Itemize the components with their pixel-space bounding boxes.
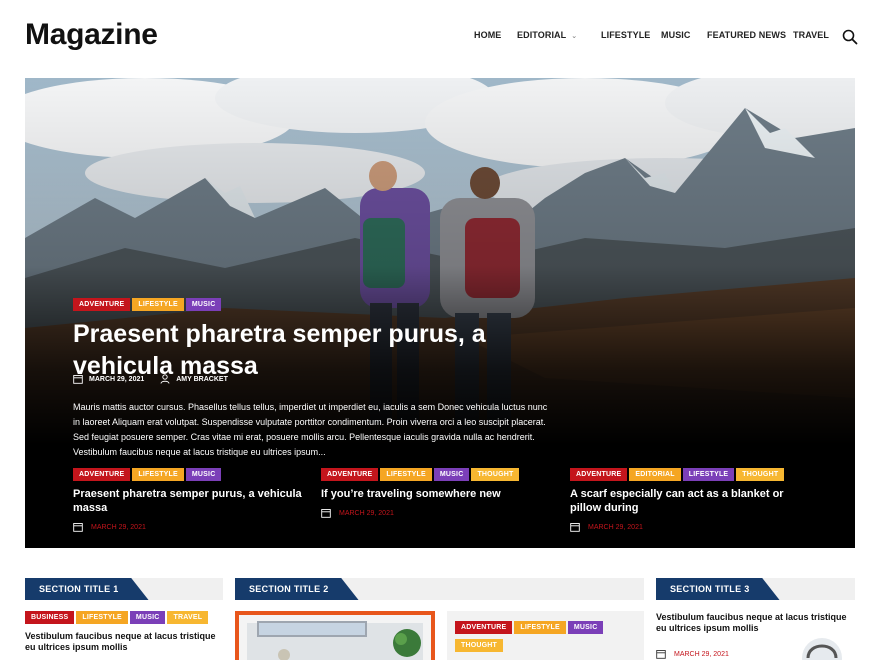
headphones-thumbnail[interactable] [802, 636, 842, 660]
card-date-text: MARCH 29, 2021 [91, 523, 146, 531]
tag-lifestyle[interactable]: LIFESTYLE [132, 468, 184, 481]
hero-date: MARCH 29, 2021 [89, 375, 145, 383]
section-title: SECTION TITLE 2 [235, 578, 359, 600]
section-2-post-card[interactable]: ADVENTURE LIFESTYLE MUSIC THOUGHT [447, 611, 644, 660]
nav-item-home[interactable]: HOME [474, 30, 501, 40]
tag-lifestyle[interactable]: LIFESTYLE [514, 621, 566, 634]
user-icon [160, 374, 170, 384]
card-date-text: MARCH 29, 2021 [588, 523, 643, 531]
chevron-down-icon: ⌄ [571, 33, 578, 40]
tag-adventure[interactable]: ADVENTURE [321, 468, 379, 481]
card-title[interactable]: If you’re traveling somewhere new [321, 487, 556, 501]
search-icon[interactable] [842, 29, 858, 45]
tag-lifestyle[interactable]: LIFESTYLE [682, 468, 735, 481]
nav-item-music[interactable]: MUSIC [661, 30, 691, 40]
section-1-post-title[interactable]: Vestibulum faucibus neque at lacus trist… [25, 631, 225, 653]
tag-lifestyle[interactable]: LIFESTYLE [132, 298, 184, 311]
hero-title[interactable]: Praesent pharetra semper purus, a vehicu… [73, 318, 533, 382]
tag-music[interactable]: MUSIC [567, 621, 604, 634]
post-thumbnail-image [239, 615, 431, 660]
tag-thought[interactable]: THOUGHT [736, 468, 785, 481]
tag-adventure[interactable]: ADVENTURE [73, 468, 131, 481]
section-2-thumbnail[interactable] [235, 611, 435, 660]
card-date-text: MARCH 29, 2021 [339, 509, 394, 517]
section-3-post-title[interactable]: Vestibulum faucibus neque at lacus trist… [656, 612, 856, 634]
tag-thought[interactable]: THOUGHT [471, 468, 520, 481]
calendar-icon [321, 509, 331, 518]
section-2-tags: ADVENTURE LIFESTYLE MUSIC THOUGHT [455, 621, 640, 652]
tag-music[interactable]: MUSIC [185, 298, 222, 311]
card-date: MARCH 29, 2021 [570, 522, 805, 532]
tag-adventure[interactable]: ADVENTURE [455, 621, 513, 634]
nav-item-editorial[interactable]: EDITORIAL ⌄ [517, 30, 577, 40]
card-date: MARCH 29, 2021 [321, 508, 556, 518]
tag-adventure[interactable]: ADVENTURE [570, 468, 628, 481]
tag-business[interactable]: BUSINESS [25, 611, 75, 624]
calendar-icon [570, 523, 580, 532]
tag-music[interactable]: MUSIC [185, 468, 222, 481]
featured-card[interactable]: ADVENTURE EDITORIAL LIFESTYLE THOUGHT A … [570, 468, 805, 532]
nav-item-lifestyle[interactable]: LIFESTYLE [601, 30, 650, 40]
hero-featured-post[interactable]: ADVENTURE LIFESTYLE MUSIC Praesent phare… [25, 78, 855, 548]
section-1-tags: BUSINESS LIFESTYLE MUSIC TRAVEL [25, 611, 210, 624]
card-title[interactable]: Praesent pharetra semper purus, a vehicu… [73, 487, 308, 515]
section-title: SECTION TITLE 3 [656, 578, 780, 600]
hero-author[interactable]: AMY BRACKET [176, 376, 228, 383]
card-tags: ADVENTURE LIFESTYLE MUSIC [73, 468, 308, 481]
section-3-date: MARCH 29, 2021 [656, 649, 729, 659]
tag-lifestyle[interactable]: LIFESTYLE [76, 611, 128, 624]
nav-item-label: EDITORIAL [517, 30, 567, 40]
card-title[interactable]: A scarf especially can act as a blanket … [570, 487, 805, 515]
tag-thought[interactable]: THOUGHT [455, 639, 504, 652]
section-title: SECTION TITLE 1 [25, 578, 149, 600]
card-date: MARCH 29, 2021 [73, 522, 308, 532]
tag-adventure[interactable]: ADVENTURE [73, 298, 131, 311]
calendar-icon [656, 650, 666, 659]
calendar-icon [73, 375, 83, 384]
section-header-3: SECTION TITLE 3 [656, 578, 855, 600]
site-logo[interactable]: Magazine [25, 18, 158, 52]
featured-card[interactable]: ADVENTURE LIFESTYLE MUSIC THOUGHT If you… [321, 468, 556, 518]
card-tags: ADVENTURE LIFESTYLE MUSIC THOUGHT [321, 468, 556, 481]
site-header: Magazine HOME EDITORIAL ⌄ LIFESTYLE MUSIC… [0, 0, 880, 78]
tag-travel[interactable]: TRAVEL [167, 611, 209, 624]
tag-music[interactable]: MUSIC [129, 611, 166, 624]
card-tags: ADVENTURE EDITORIAL LIFESTYLE THOUGHT [570, 468, 805, 481]
nav-item-travel[interactable]: TRAVEL [793, 30, 829, 40]
calendar-icon [73, 523, 83, 532]
section-header-1: SECTION TITLE 1 [25, 578, 223, 600]
tag-music[interactable]: MUSIC [433, 468, 470, 481]
tag-editorial[interactable]: EDITORIAL [629, 468, 681, 481]
nav-item-featured-news[interactable]: FEATURED NEWS [707, 30, 786, 40]
hero-excerpt: Mauris mattis auctor cursus. Phasellus t… [73, 402, 548, 457]
section-header-2: SECTION TITLE 2 [235, 578, 644, 600]
section-3-date-text: MARCH 29, 2021 [674, 650, 729, 658]
tag-lifestyle[interactable]: LIFESTYLE [380, 468, 432, 481]
hero-tags: ADVENTURE LIFESTYLE MUSIC [73, 298, 223, 311]
hero-meta: MARCH 29, 2021 AMY BRACKET [73, 374, 228, 384]
featured-card[interactable]: ADVENTURE LIFESTYLE MUSIC Praesent phare… [73, 468, 308, 532]
